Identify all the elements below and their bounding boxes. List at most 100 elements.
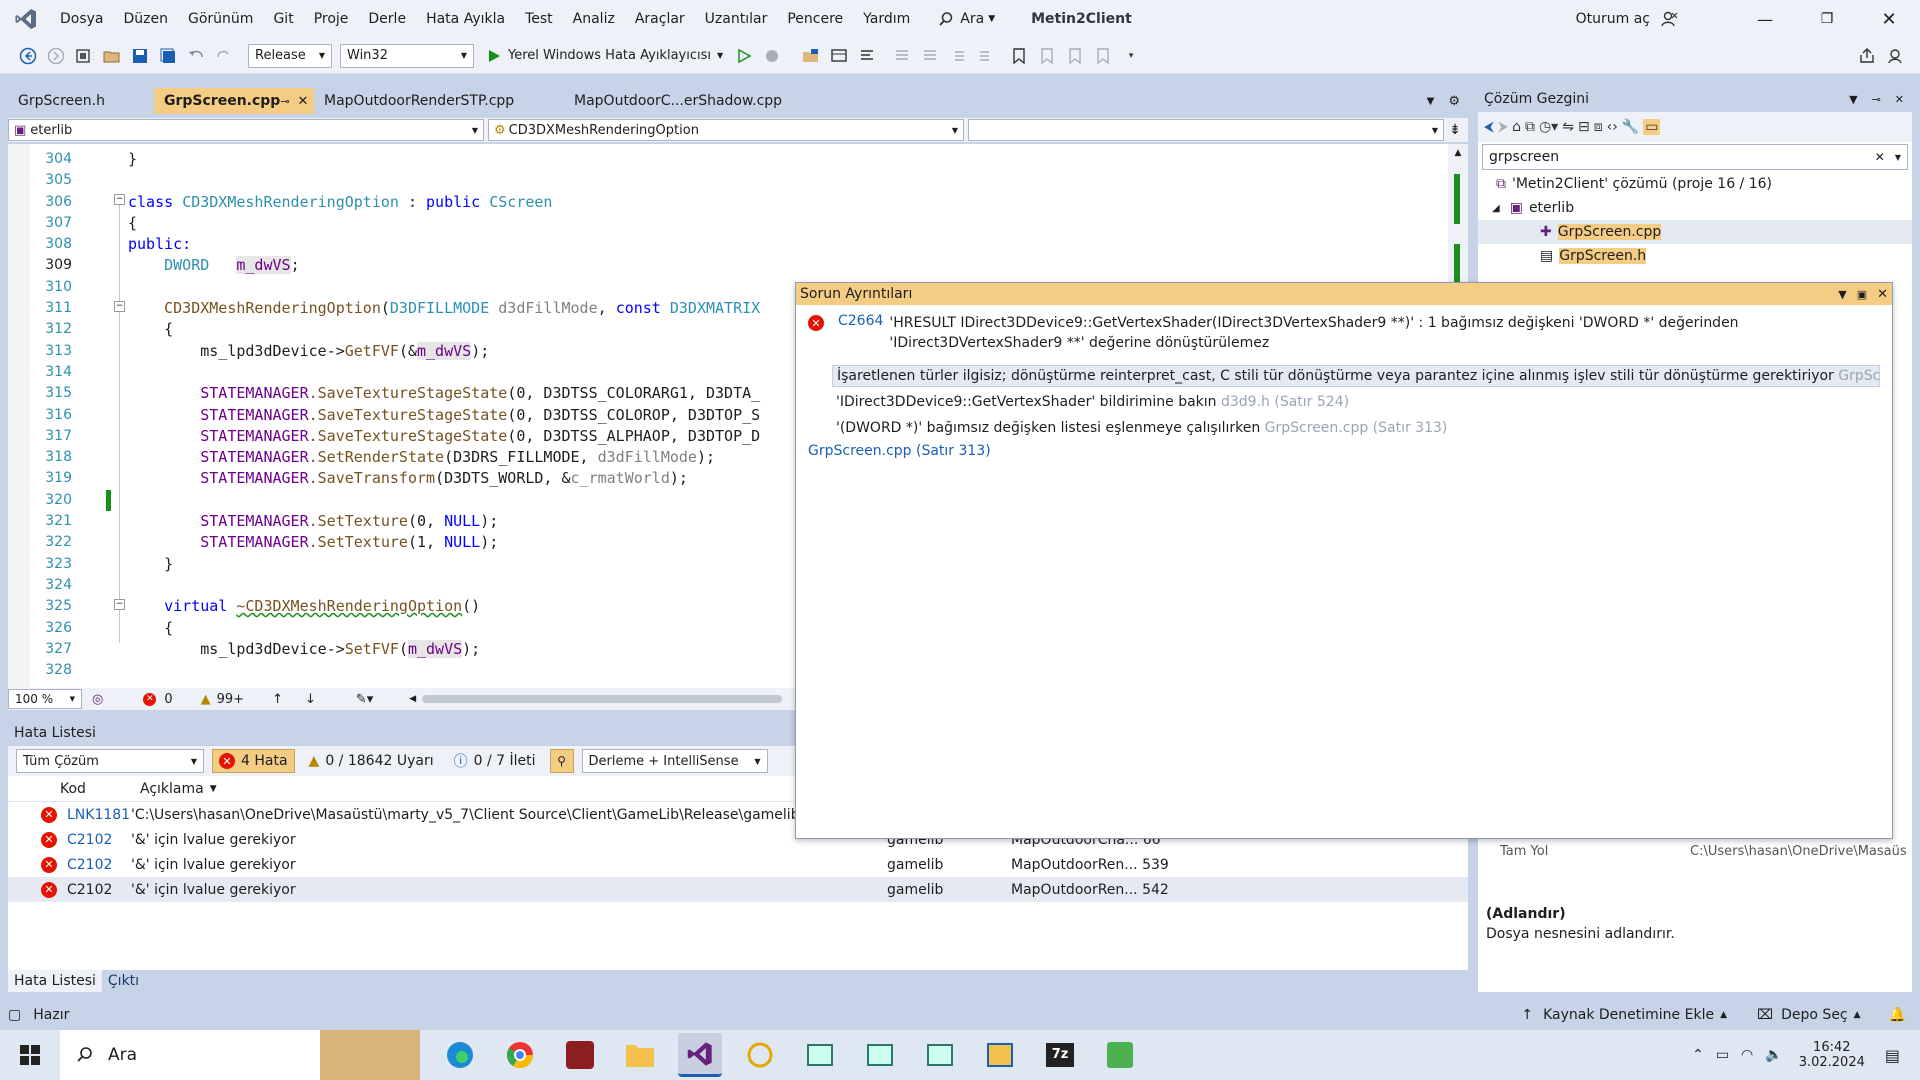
detail-location[interactable]: d3d9.h (Satır 524) [1221, 394, 1349, 410]
new-project-icon[interactable] [73, 45, 95, 67]
hot-reload-icon[interactable] [761, 45, 783, 67]
feedback-icon[interactable] [1884, 45, 1906, 67]
scope-filter-select[interactable]: Tüm Çözüm ▼ [16, 749, 204, 773]
prev-bookmark-icon[interactable] [1036, 45, 1058, 67]
menu-item-12[interactable]: Yardım [853, 0, 920, 38]
switch-views-icon[interactable]: ⧉ [1525, 119, 1535, 135]
share-icon[interactable] [1856, 45, 1878, 67]
col-code-header[interactable]: Kod [60, 781, 120, 797]
clock[interactable]: 16:42 3.02.2024 [1799, 1040, 1865, 1070]
col-desc-header[interactable]: Açıklama [140, 781, 204, 797]
pin-icon[interactable]: ⊸ [1872, 93, 1881, 106]
filter-dropdown-icon[interactable]: ▼ [210, 784, 217, 794]
search-box[interactable]: Ara ▼ [938, 11, 995, 27]
scroll-left-icon[interactable]: ◀ [409, 694, 416, 704]
menu-item-0[interactable]: Dosya [50, 0, 114, 38]
tab-error-list[interactable]: Hata Listesi [8, 970, 102, 992]
detail-location[interactable]: GrpScreen.cpp ( [1838, 368, 1879, 384]
select-repo[interactable]: Depo Seç [1781, 1007, 1848, 1023]
member-select[interactable]: ▼ [968, 119, 1444, 141]
save-icon[interactable] [129, 45, 151, 67]
menu-item-8[interactable]: Analiz [563, 0, 625, 38]
overflow-icon[interactable]: ▾ [1120, 45, 1142, 67]
clear-search-icon[interactable]: ✕ [1875, 150, 1885, 164]
dropdown-icon[interactable]: ▼ [1849, 93, 1857, 106]
add-source-control[interactable]: Kaynak Denetimine Ekle [1543, 1007, 1714, 1023]
tab-grpscreen-h[interactable]: GrpScreen.h [8, 88, 154, 114]
start-without-debugging-icon[interactable] [733, 45, 755, 67]
signin-link[interactable]: Oturum aç [1576, 11, 1650, 27]
collapse-icon[interactable]: − [114, 599, 125, 610]
close-popup-icon[interactable]: ✕ [1877, 287, 1888, 302]
collapse-all-icon[interactable]: ⊟ [1578, 119, 1590, 135]
file-node-h[interactable]: ▤ GrpScreen.h [1478, 244, 1912, 268]
build-filter-select[interactable]: Derleme + IntelliSense ▼ [581, 749, 768, 773]
open-folder-icon[interactable] [101, 45, 123, 67]
layout-icon[interactable] [828, 45, 850, 67]
sync-icon[interactable]: ⇋ [1562, 119, 1574, 135]
split-icon[interactable]: ⇟ [1444, 122, 1466, 138]
edge-icon[interactable] [438, 1033, 482, 1077]
close-window-button[interactable]: ✕ [1858, 9, 1920, 30]
tab-mapoutdoorrenderstp[interactable]: MapOutdoorRenderSTP.cpp [314, 88, 564, 114]
pending-changes-icon[interactable]: ◷▾ [1539, 119, 1558, 135]
tab-list-dropdown-icon[interactable]: ▼ [1427, 96, 1435, 107]
filter-icon[interactable]: ⚲ [549, 749, 574, 773]
back-icon[interactable]: ⮜ [1484, 119, 1494, 135]
close-panel-icon[interactable]: ✕ [1895, 93, 1904, 106]
collapse-icon[interactable]: − [114, 301, 125, 312]
menu-item-3[interactable]: Git [263, 0, 303, 38]
back-icon[interactable] [17, 45, 39, 67]
browse-icon[interactable] [800, 45, 822, 67]
file-explorer-icon[interactable] [618, 1033, 662, 1077]
tab-output[interactable]: Çıktı [102, 970, 145, 992]
project-select[interactable]: ▣ eterlib ▼ [8, 119, 484, 141]
file-node-cpp[interactable]: ✚ GrpScreen.cpp [1478, 220, 1912, 244]
notifications-icon[interactable]: 🔔 [1889, 1007, 1906, 1023]
indent-icon[interactable] [947, 45, 969, 67]
app-ring-icon[interactable] [738, 1033, 782, 1077]
window-app-icon-3[interactable] [918, 1033, 962, 1077]
warnings-filter-button[interactable]: ▲ 0 / 18642 Uyarı [303, 749, 440, 773]
restore-button[interactable]: ❐ [1796, 11, 1858, 27]
errors-filter-button[interactable]: ✕ 4 Hata [212, 749, 295, 773]
format-icon[interactable] [856, 45, 878, 67]
wifi-icon[interactable]: ◠ [1741, 1047, 1753, 1063]
menu-item-2[interactable]: Görünüm [178, 0, 263, 38]
platform-select[interactable]: Win32 ▼ [340, 43, 474, 68]
visual-studio-icon[interactable] [678, 1033, 722, 1077]
tray-chevron-icon[interactable]: ⌃ [1692, 1047, 1704, 1063]
preview-icon[interactable]: ▭ [1643, 119, 1661, 135]
game-app-icon[interactable] [558, 1033, 602, 1077]
next-bookmark-icon[interactable] [1064, 45, 1086, 67]
detail-row[interactable]: İşaretlenen türler ilgisiz; dönüştürme r… [832, 365, 1880, 387]
taskbar-search[interactable]: Ara [60, 1030, 420, 1080]
prev-issue-icon[interactable]: ↑ [272, 692, 283, 707]
vs-logo-icon[interactable] [14, 7, 38, 31]
home-icon[interactable]: ⌂ [1512, 119, 1521, 135]
detail-row[interactable]: 'IDirect3DDevice9::GetVertexShader' bild… [836, 391, 1880, 413]
search-solution-input[interactable]: grpscreen ✕ ▼ [1482, 144, 1908, 170]
chevron-down-icon[interactable]: ▼ [1895, 153, 1901, 162]
configuration-select[interactable]: Release ▼ [248, 43, 332, 68]
collapse-icon[interactable]: − [114, 194, 125, 205]
outdent-icon[interactable] [975, 45, 997, 67]
table-row[interactable]: ✕ C2102 '&' için lvalue gerekiyor gamelib Ma… [8, 877, 1468, 902]
warning-count[interactable]: 99+ [217, 692, 244, 707]
save-all-icon[interactable] [157, 45, 179, 67]
error-count[interactable]: 0 [164, 692, 172, 707]
menu-item-4[interactable]: Proje [304, 0, 359, 38]
maximize-icon[interactable]: ▣ [1857, 288, 1867, 301]
error-code[interactable]: C2102 [67, 882, 123, 898]
menu-item-9[interactable]: Araçlar [625, 0, 695, 38]
error-code[interactable]: C2102 [67, 832, 123, 848]
7zip-icon[interactable]: 7z [1038, 1033, 1082, 1077]
menu-item-10[interactable]: Uzantılar [695, 0, 778, 38]
table-row[interactable]: ✕ C2102 '&' için lvalue gerekiyor gamelib Ma… [8, 852, 1468, 877]
scroll-up-icon[interactable]: ▲ [1448, 148, 1468, 158]
menu-item-1[interactable]: Düzen [114, 0, 179, 38]
notes-app-icon[interactable] [978, 1033, 1022, 1077]
messages-filter-button[interactable]: ⓘ 0 / 7 İleti [448, 749, 542, 773]
start-debugging-button[interactable]: Yerel Windows Hata Ayıklayıcısı ▼ [486, 48, 723, 64]
comment-icon[interactable] [891, 45, 913, 67]
